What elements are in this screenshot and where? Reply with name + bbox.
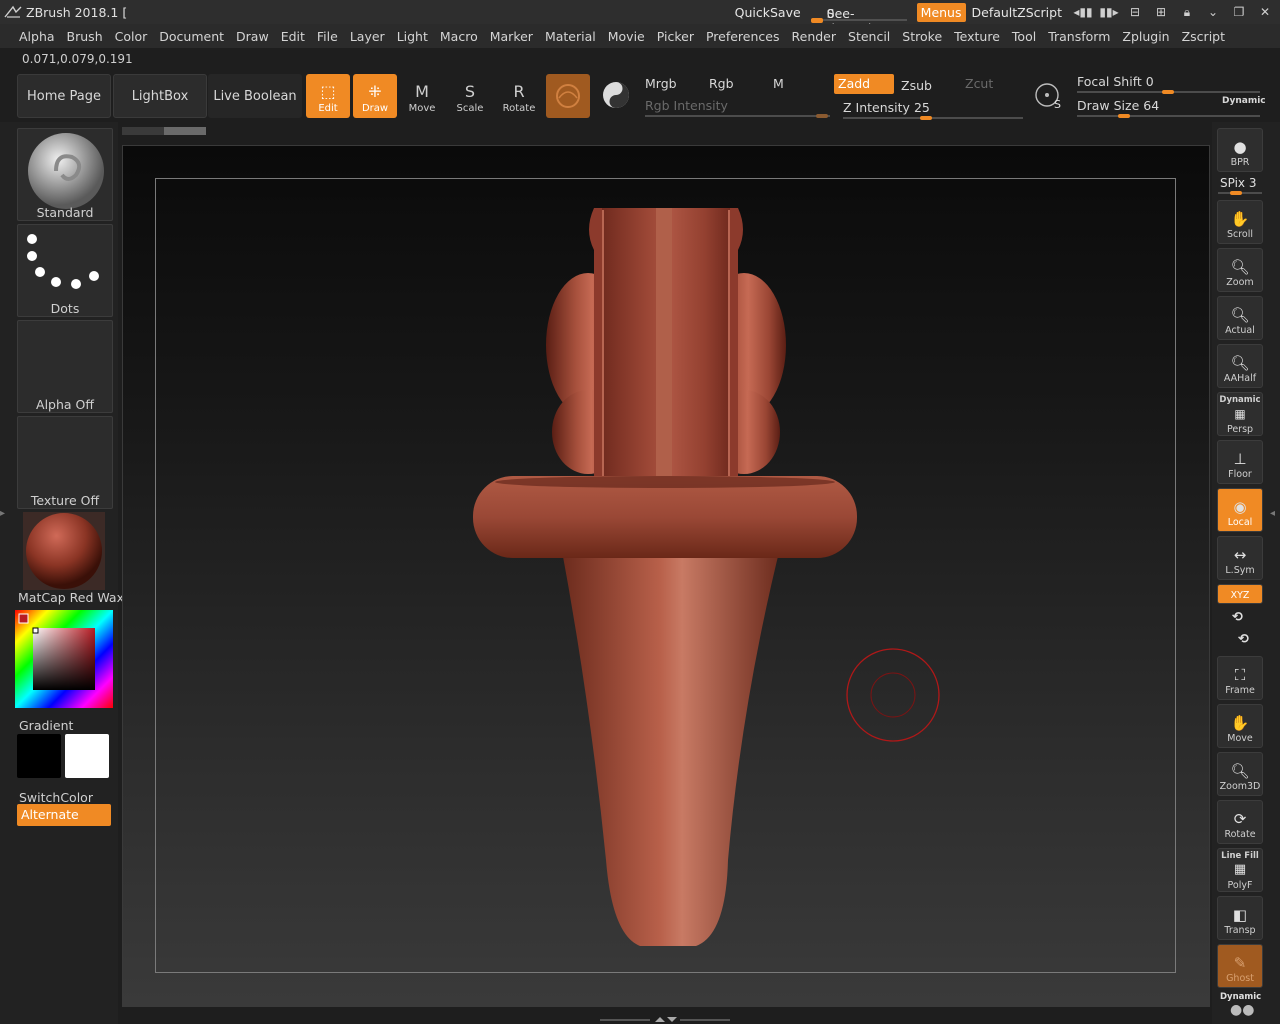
polyframe-grid-icon: ▦ [1233, 862, 1247, 877]
floor-icon: ⊥ [1233, 450, 1247, 468]
frame-label: Frame [1225, 685, 1255, 696]
polyf-label: PolyF [1227, 880, 1253, 891]
rotate-y-axis-icon[interactable]: ⟲ [1232, 610, 1243, 625]
bottom-tray-arrows-icon [600, 1017, 730, 1022]
actual-label: Actual [1225, 325, 1255, 336]
persp-button[interactable]: Dynamic ▦ Persp [1217, 392, 1263, 436]
floor-button[interactable]: ⊥ Floor [1217, 440, 1263, 484]
scroll-button[interactable]: ✋ Scroll [1217, 200, 1263, 244]
move-view-label: Move [1227, 733, 1253, 744]
zoom-label: Zoom [1226, 277, 1254, 288]
solo-icon[interactable]: ●● [1230, 1002, 1254, 1018]
local-transform-icon: ◉ [1233, 498, 1247, 516]
scroll-label: Scroll [1226, 229, 1254, 240]
spix-value: 3 [1248, 176, 1257, 190]
scroll-hand-icon: ✋ [1230, 210, 1250, 228]
rotate-view-icon: ⟳ [1233, 810, 1247, 828]
floor-label: Floor [1228, 469, 1252, 480]
perspective-grid-icon: ▦ [1234, 407, 1246, 421]
move-hand-icon: ✋ [1230, 714, 1250, 732]
rotate-view-label: Rotate [1224, 829, 1256, 840]
rotate-z-axis-icon[interactable]: ⟲ [1238, 632, 1249, 647]
bottom-tray-handle[interactable] [600, 1013, 730, 1022]
zoom-button[interactable]: 🔍︎ Zoom [1217, 248, 1263, 292]
spix-slider[interactable]: SPix 3 [1220, 176, 1257, 190]
local-button[interactable]: ◉ Local [1217, 488, 1263, 532]
xyz-button[interactable]: XYZ [1217, 584, 1263, 604]
ghost-label: Ghost [1226, 973, 1254, 984]
bpr-sphere-icon: ● [1233, 138, 1247, 156]
sculpt-model[interactable] [0, 0, 1280, 1024]
frame-icon: ⛶ [1234, 666, 1246, 684]
rotate-view-button[interactable]: ⟳ Rotate [1217, 800, 1263, 844]
xyz-label: XYZ [1230, 590, 1250, 601]
aahalf-button[interactable]: 🔍︎ AAHalf [1217, 344, 1263, 388]
actual-button[interactable]: 🔍︎ Actual [1217, 296, 1263, 340]
aahalf-icon: 🔍︎ [1230, 354, 1250, 372]
zoom3d-icon: 🔍︎ [1230, 762, 1250, 780]
aahalf-label: AAHalf [1223, 373, 1257, 384]
line-fill-label: Line Fill [1221, 851, 1259, 861]
local-label: Local [1227, 517, 1253, 528]
ghost-icon: ✎ [1233, 954, 1247, 972]
move-view-button[interactable]: ✋ Move [1217, 704, 1263, 748]
zoom3d-button[interactable]: 🔍︎ Zoom3D [1217, 752, 1263, 796]
persp-label: Persp [1226, 424, 1254, 435]
transp-button[interactable]: ◧ Transp [1217, 896, 1263, 940]
bpr-button[interactable]: ● BPR [1217, 128, 1263, 172]
right-tray-expand-icon[interactable]: ◂ [1270, 508, 1280, 528]
zoom-icon: 🔍︎ [1230, 258, 1250, 276]
lsym-button[interactable]: ↔ L.Sym [1217, 536, 1263, 580]
polyf-button[interactable]: Line Fill ▦ PolyF [1217, 848, 1263, 892]
brush-cursor-icon [846, 648, 940, 742]
bpr-label: BPR [1230, 157, 1250, 168]
spix-knob[interactable] [1230, 191, 1242, 195]
lsym-label: L.Sym [1225, 565, 1255, 576]
actual-size-icon: 🔍︎ [1230, 306, 1250, 324]
persp-dynamic-label: Dynamic [1219, 395, 1261, 405]
zoom3d-label: Zoom3D [1219, 781, 1261, 792]
transp-label: Transp [1224, 925, 1256, 936]
solo-dynamic-label: Dynamic [1220, 992, 1262, 1002]
local-symmetry-icon: ↔ [1233, 546, 1247, 564]
right-shelf: ● BPR SPix 3 ✋ Scroll 🔍︎ Zoom 🔍︎ Actual 🔍︎ A… [1212, 122, 1280, 1024]
ghost-button[interactable]: ✎ Ghost [1217, 944, 1263, 988]
transparency-icon: ◧ [1232, 906, 1248, 924]
frame-button[interactable]: ⛶ Frame [1217, 656, 1263, 700]
spix-label: SPix [1220, 176, 1246, 190]
